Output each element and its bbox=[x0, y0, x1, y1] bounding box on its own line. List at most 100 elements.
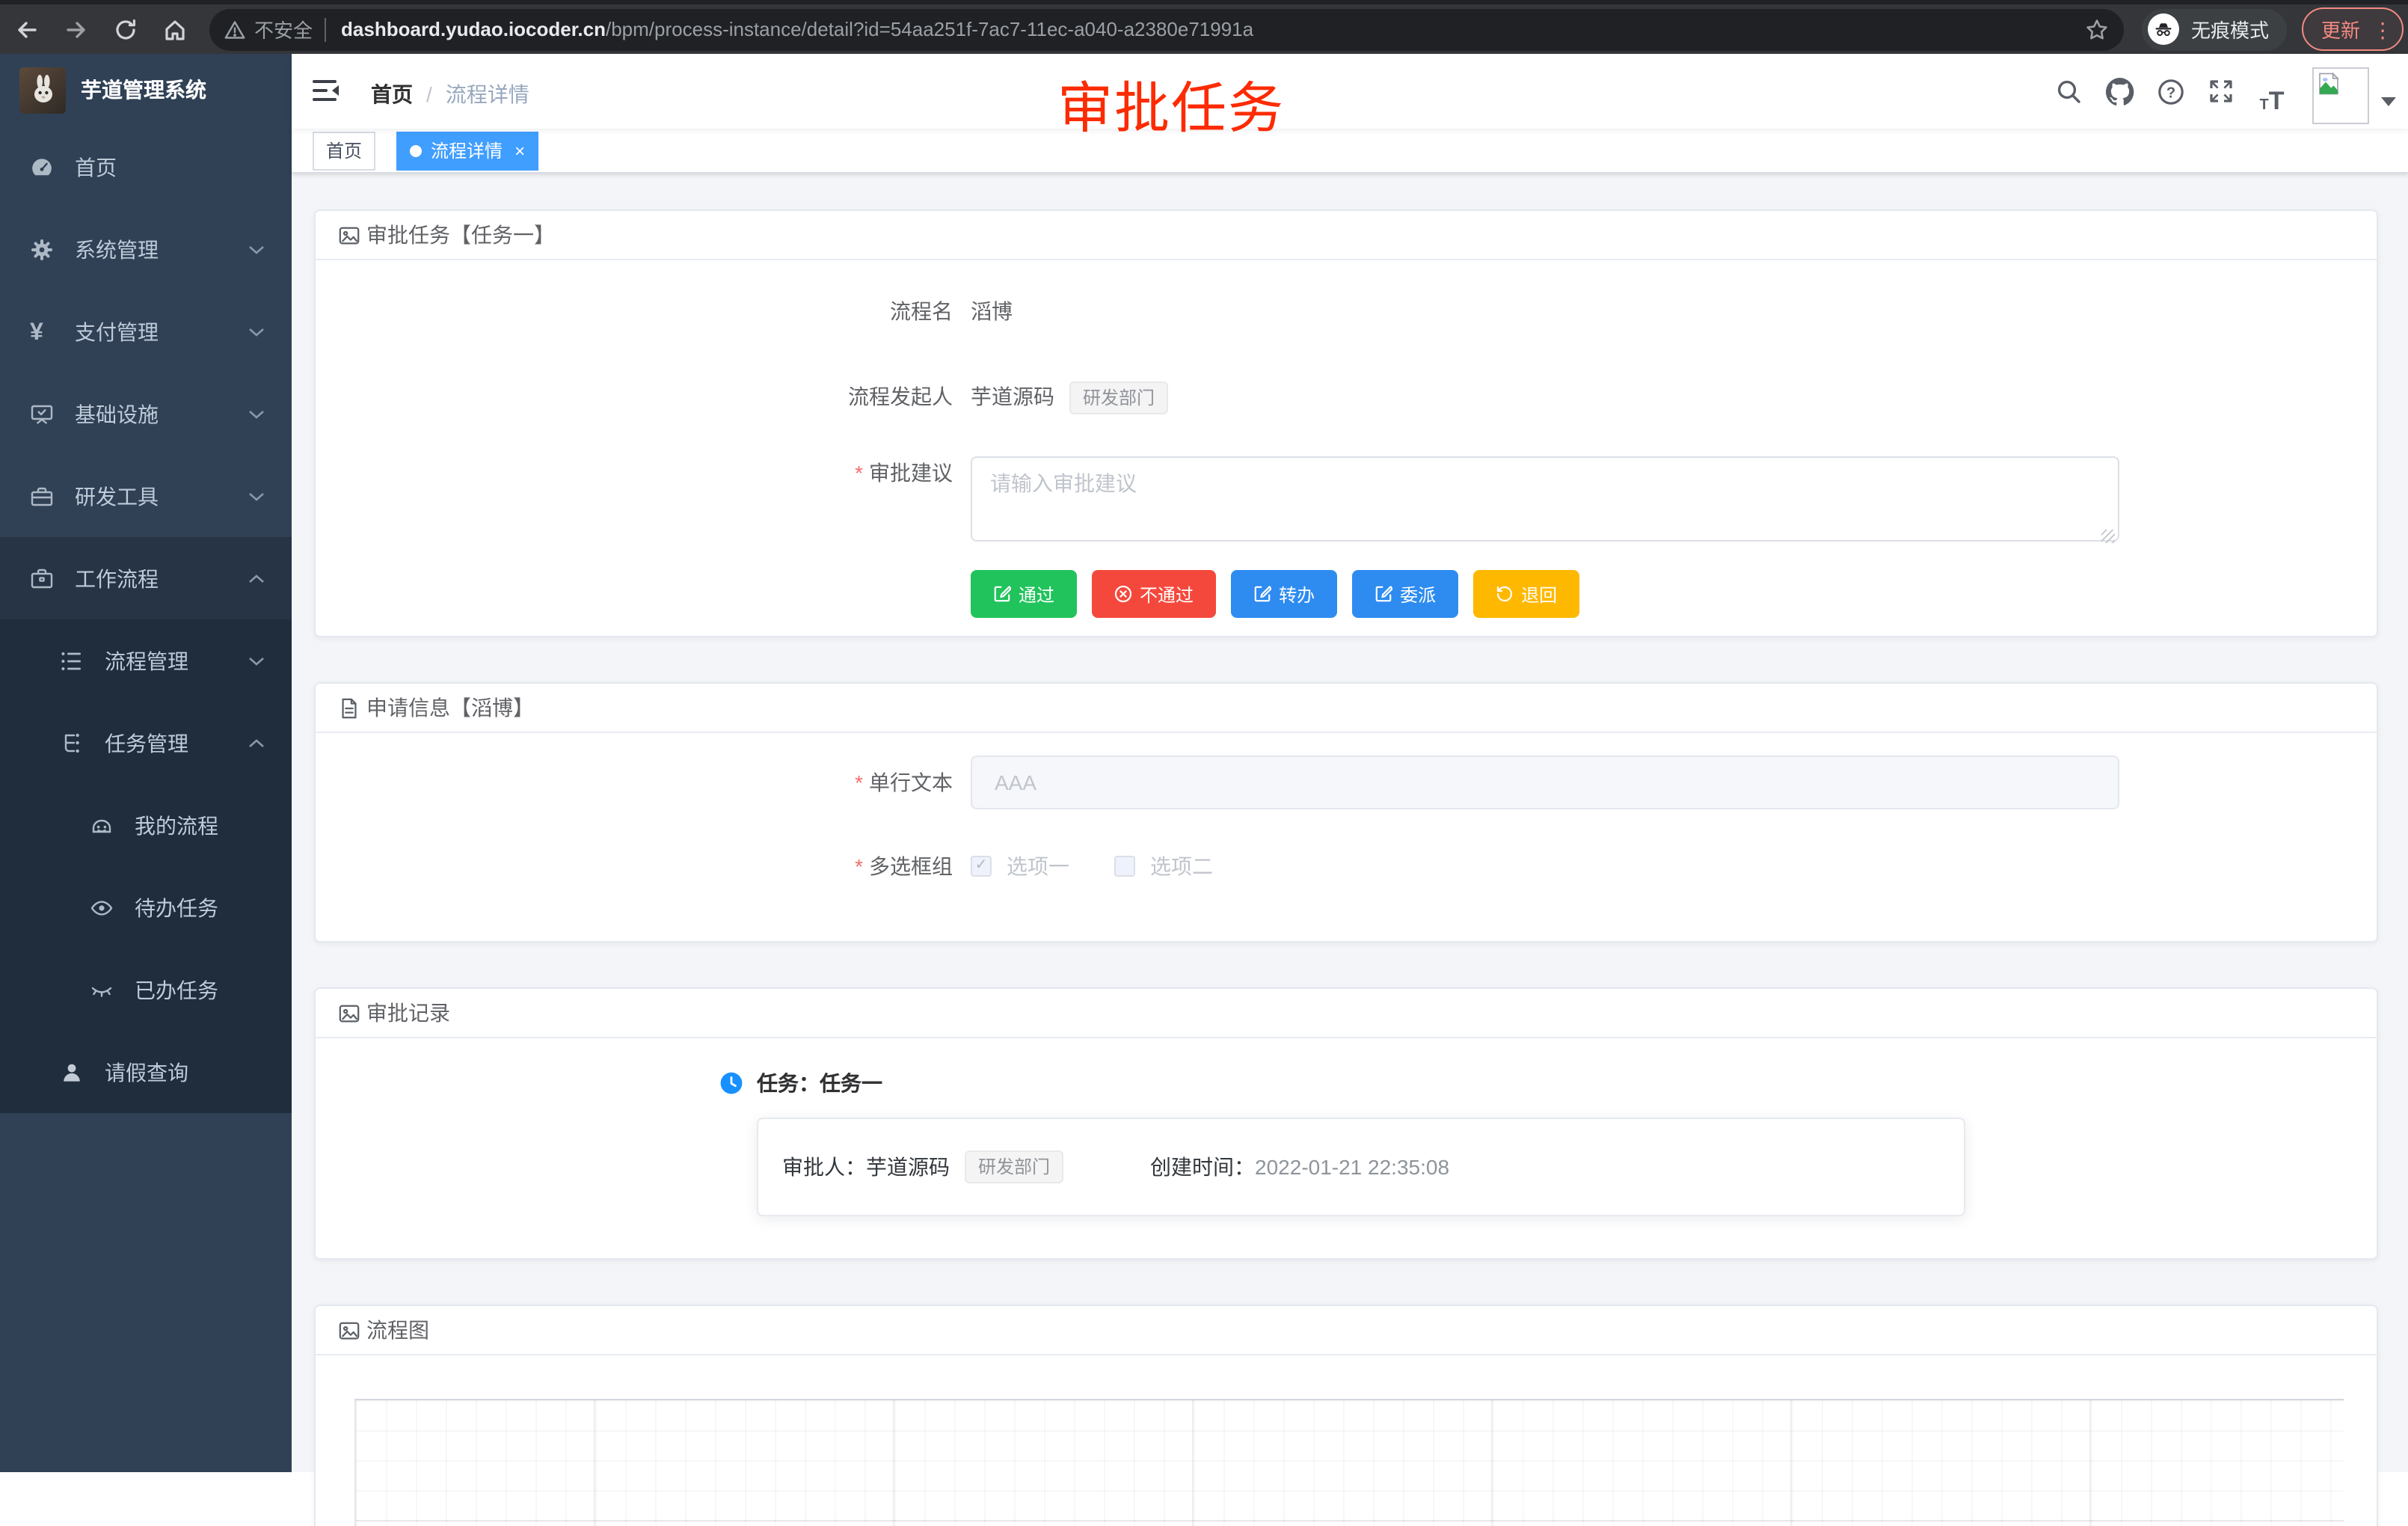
approve-records-card: 审批记录 任务：任务一 审批人：芋道源码 研发部门 bbox=[314, 987, 2378, 1260]
task-title: 任务：任务一 bbox=[757, 1068, 882, 1098]
github-icon[interactable] bbox=[2097, 69, 2142, 114]
fullscreen-icon[interactable] bbox=[2199, 69, 2243, 114]
card-header: 审批任务【任务一】 bbox=[316, 211, 2377, 260]
checkbox-group-label: 多选框组 bbox=[316, 851, 971, 881]
monitor-icon bbox=[30, 402, 54, 426]
sidebar-item-home[interactable]: 首页 bbox=[0, 126, 292, 208]
bookmark-star-icon[interactable] bbox=[2085, 17, 2109, 41]
home-icon[interactable] bbox=[153, 8, 197, 50]
opinion-label: 审批建议 bbox=[316, 456, 971, 491]
document-icon bbox=[338, 696, 360, 719]
address-bar[interactable]: 不安全 dashboard.yudao.iocoder.cn/bpm/proce… bbox=[209, 8, 2124, 50]
main-area: 首页 / 流程详情 审批任务 ? TT bbox=[292, 54, 2408, 1472]
button-label: 转办 bbox=[1279, 581, 1315, 607]
return-button[interactable]: 退回 bbox=[1473, 570, 1579, 618]
starter-value: 芋道源码 研发部门 bbox=[971, 380, 1168, 414]
sidebar-item-system[interactable]: 系统管理 bbox=[0, 208, 292, 290]
sidebar-fold-icon[interactable] bbox=[313, 78, 340, 103]
briefcase-icon bbox=[30, 566, 54, 590]
tab-home[interactable]: 首页 bbox=[313, 131, 375, 170]
dashboard-icon bbox=[30, 155, 54, 179]
page: 不安全 dashboard.yudao.iocoder.cn/bpm/proce… bbox=[0, 0, 2408, 1472]
sidebar-item-task-mgmt[interactable]: 任务管理 bbox=[0, 702, 292, 784]
card-body: 流程名 滔博 流程发起人 芋道源码 研发部门 审批建议 bbox=[316, 260, 2377, 636]
tab-process-detail[interactable]: 流程详情 × bbox=[396, 131, 538, 170]
checkbox-label: 选项一 bbox=[1007, 851, 1069, 881]
bpmn-canvas[interactable] bbox=[354, 1399, 2344, 1526]
help-icon[interactable]: ? bbox=[2148, 69, 2193, 114]
edit-icon bbox=[1253, 585, 1271, 603]
url-text[interactable]: dashboard.yudao.iocoder.cn/bpm/process-i… bbox=[341, 18, 2085, 40]
sidebar-item-my-process[interactable]: 我的流程 bbox=[0, 784, 292, 866]
chevron-down-icon bbox=[248, 408, 265, 420]
caret-down-icon[interactable] bbox=[2381, 97, 2396, 106]
update-label: 更新 bbox=[2321, 15, 2360, 43]
reject-button[interactable]: 不通过 bbox=[1092, 570, 1216, 618]
sidebar-item-label: 首页 bbox=[75, 152, 117, 182]
insecure-warning-icon[interactable] bbox=[224, 19, 245, 40]
card-title: 流程图 bbox=[366, 1306, 429, 1354]
breadcrumb: 首页 / 流程详情 bbox=[371, 79, 529, 109]
search-icon[interactable] bbox=[2046, 69, 2091, 114]
checkbox-option-1[interactable]: ✓ 选项一 bbox=[971, 851, 1069, 881]
logo-image bbox=[19, 67, 66, 113]
transfer-button[interactable]: 转办 bbox=[1231, 570, 1337, 618]
sidebar-item-payment[interactable]: ¥ 支付管理 bbox=[0, 290, 292, 373]
button-label: 通过 bbox=[1019, 581, 1054, 607]
tags-view-bar: 首页 流程详情 × bbox=[292, 129, 2408, 174]
apply-info-card: 申请信息【滔博】 单行文本 多选框组 ✓ 选项一 bbox=[314, 682, 2378, 943]
sidebar-item-label: 已办任务 bbox=[135, 975, 218, 1005]
sidebar-item-done-tasks[interactable]: 已办任务 bbox=[0, 949, 292, 1031]
button-label: 不通过 bbox=[1140, 581, 1194, 607]
breadcrumb-current: 流程详情 bbox=[446, 79, 529, 109]
close-icon[interactable]: × bbox=[515, 141, 525, 159]
chevron-down-icon bbox=[248, 655, 265, 667]
breadcrumb-home[interactable]: 首页 bbox=[371, 79, 413, 109]
sidebar-item-label: 我的流程 bbox=[135, 810, 218, 840]
gear-icon bbox=[30, 237, 54, 261]
tree-icon bbox=[60, 731, 84, 755]
created-time-prefix: 创建时间： bbox=[1150, 1152, 1255, 1182]
app-title: 芋道管理系统 bbox=[81, 75, 206, 105]
button-label: 退回 bbox=[1521, 581, 1557, 607]
approve-task-card: 审批任务【任务一】 流程名 滔博 流程发起人 芋道源码 研发部门 bbox=[314, 209, 2378, 637]
sidebar-item-todo-tasks[interactable]: 待办任务 bbox=[0, 866, 292, 949]
card-header: 审批记录 bbox=[316, 989, 2377, 1038]
card-body: 单行文本 多选框组 ✓ 选项一 选项二 bbox=[316, 733, 2377, 941]
avatar[interactable] bbox=[2312, 67, 2369, 124]
update-button[interactable]: 更新 ⋮ bbox=[2302, 7, 2404, 51]
list-icon bbox=[60, 649, 84, 672]
sidebar-item-infra[interactable]: 基础设施 bbox=[0, 373, 292, 455]
clock-icon bbox=[719, 1071, 743, 1095]
sidebar-item-workflow[interactable]: 工作流程 bbox=[0, 537, 292, 619]
checkbox-option-2[interactable]: 选项二 bbox=[1114, 851, 1213, 881]
chevron-down-icon bbox=[248, 325, 265, 337]
toolbox-icon bbox=[30, 484, 54, 508]
incognito-icon bbox=[2148, 13, 2179, 45]
delegate-button[interactable]: 委派 bbox=[1352, 570, 1458, 618]
starter-label: 流程发起人 bbox=[316, 380, 971, 414]
svg-text:?: ? bbox=[2166, 84, 2175, 100]
card-header: 流程图 bbox=[316, 1306, 2377, 1355]
single-text-input[interactable] bbox=[971, 756, 2119, 809]
reload-icon[interactable] bbox=[103, 8, 148, 50]
back-icon[interactable] bbox=[4, 8, 49, 50]
resize-grip[interactable] bbox=[2101, 530, 2115, 543]
forward-icon[interactable] bbox=[54, 8, 99, 50]
sidebar-item-leave-query[interactable]: 请假查询 bbox=[0, 1031, 292, 1113]
font-size-icon[interactable]: TT bbox=[2249, 69, 2294, 114]
picture-icon bbox=[338, 1319, 360, 1341]
security-label[interactable]: 不安全 bbox=[254, 15, 313, 43]
sidebar-item-devtools[interactable]: 研发工具 bbox=[0, 455, 292, 537]
button-label: 委派 bbox=[1400, 581, 1436, 607]
starter-name: 芋道源码 bbox=[971, 380, 1054, 414]
sidebar-item-label: 待办任务 bbox=[135, 892, 218, 922]
divider bbox=[325, 17, 326, 41]
checkbox-checked-icon: ✓ bbox=[971, 856, 992, 877]
logo-row[interactable]: 芋道管理系统 bbox=[0, 54, 292, 126]
opinion-textarea[interactable] bbox=[971, 456, 2119, 542]
sidebar-item-process-mgmt[interactable]: 流程管理 bbox=[0, 619, 292, 702]
process-name-label: 流程名 bbox=[316, 295, 971, 329]
approve-button[interactable]: 通过 bbox=[971, 570, 1077, 618]
browser-menu-icon[interactable]: ⋮ bbox=[2372, 22, 2393, 37]
